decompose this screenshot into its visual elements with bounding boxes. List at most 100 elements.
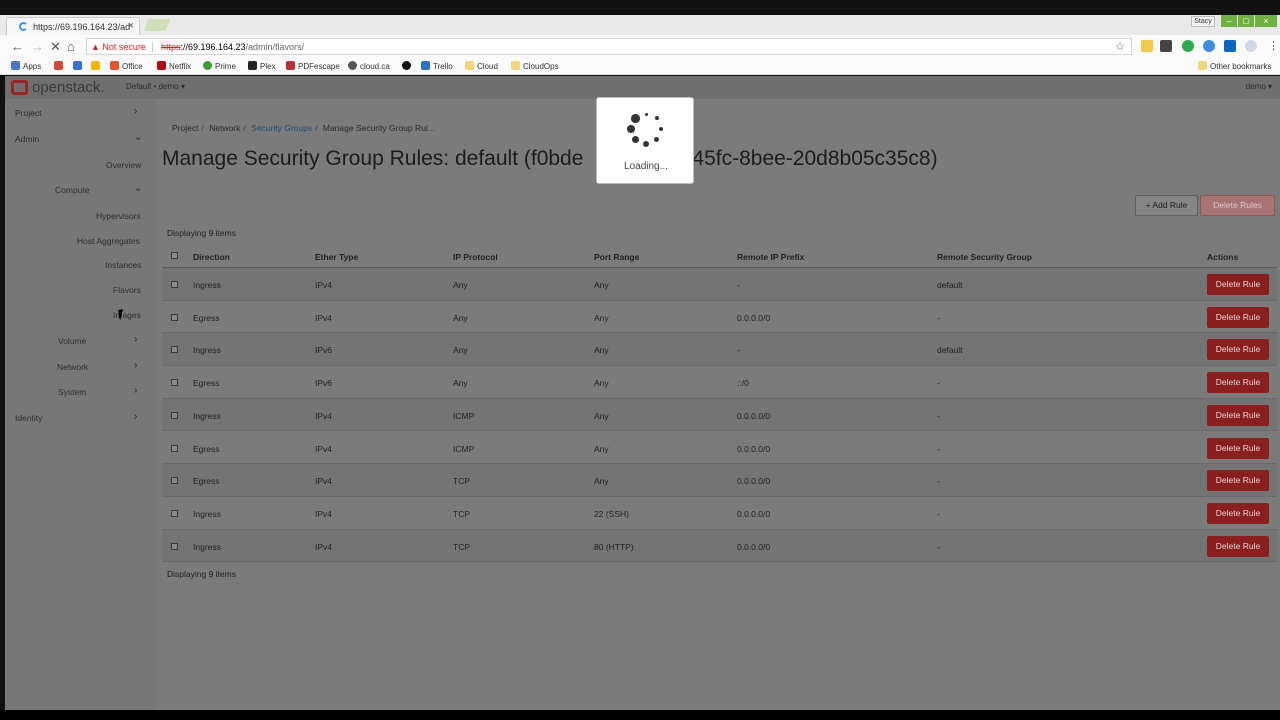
bookmark-star-icon[interactable]: ☆ xyxy=(1115,40,1125,53)
delete-rule-button[interactable]: Delete Rule xyxy=(1207,404,1269,426)
delete-rule-button[interactable]: Delete Rule xyxy=(1207,535,1269,557)
bookmark-pdfescape[interactable]: PDFescape xyxy=(286,61,340,71)
bookmark-cloudca[interactable]: cloud.ca xyxy=(348,61,390,71)
delete-rule-button[interactable]: Delete Rule xyxy=(1207,274,1269,295)
maximize-icon[interactable]: □ xyxy=(1238,15,1254,27)
row-checkbox[interactable] xyxy=(171,411,178,419)
breadcrumb-network[interactable]: Network xyxy=(209,123,240,133)
sidebar-item-volume[interactable]: Volume xyxy=(58,336,86,346)
column-direction[interactable]: Direction xyxy=(193,252,230,262)
home-icon[interactable]: ⌂ xyxy=(67,39,75,54)
profile-button[interactable]: Stacy xyxy=(1191,16,1215,27)
column-ip-protocol[interactable]: IP Protocol xyxy=(453,252,498,262)
sidebar-item-instances[interactable]: Instances xyxy=(105,260,141,270)
row-checkbox[interactable] xyxy=(171,444,178,452)
stop-icon[interactable]: ✕ xyxy=(50,39,61,55)
row-checkbox[interactable] xyxy=(171,509,178,517)
mouse-cursor-icon xyxy=(118,308,130,321)
row-checkbox[interactable] xyxy=(171,477,178,485)
other-bookmarks[interactable]: Other bookmarks xyxy=(1198,61,1271,71)
column-actions: Actions xyxy=(1207,252,1239,262)
bookmark-plex[interactable]: Plex xyxy=(248,61,276,71)
add-rule-button[interactable]: + Add Rule xyxy=(1135,195,1198,216)
remote-ip-prefix-cell: 0.0.0.0/0 xyxy=(737,541,771,552)
sidebar-item-compute[interactable]: Compute xyxy=(55,185,90,195)
ip-protocol-cell: ICMP xyxy=(453,443,475,454)
ether-type-cell: IPv6 xyxy=(315,345,333,356)
delete-rule-button[interactable]: Delete Rule xyxy=(1207,437,1269,459)
gmail-icon[interactable] xyxy=(54,61,66,71)
bookmark-trello[interactable]: Trello xyxy=(421,61,453,71)
bookmark-cloud[interactable]: Cloud xyxy=(465,61,498,71)
breadcrumb-project[interactable]: Project xyxy=(172,123,198,133)
user-menu[interactable]: demo ▾ xyxy=(1246,82,1272,91)
row-checkbox[interactable] xyxy=(171,346,178,354)
row-checkbox[interactable] xyxy=(171,281,178,288)
sidebar-item-admin[interactable]: Admin xyxy=(15,134,39,144)
column-remote-ip-prefix[interactable]: Remote IP Prefix xyxy=(737,252,804,262)
loading-modal: Loading... xyxy=(596,97,694,184)
delete-rule-button[interactable]: Delete Rule xyxy=(1207,372,1269,394)
row-checkbox[interactable] xyxy=(171,313,178,321)
chevron-right-icon: › xyxy=(134,334,138,345)
table-row: Ingress IPv4 TCP 80 (HTTP) 0.0.0.0/0 - Delete … xyxy=(162,529,1277,563)
direction-cell: Ingress xyxy=(193,508,221,519)
bookmark-netflix[interactable]: Netflix xyxy=(157,61,191,71)
grammarly-icon[interactable] xyxy=(1182,40,1194,52)
breadcrumb-security-groups[interactable]: Security Groups xyxy=(251,123,312,133)
browser-tab[interactable]: https://69.196.164.23/ad × xyxy=(6,17,140,35)
direction-cell: Ingress xyxy=(193,541,221,552)
close-window-icon[interactable]: × xyxy=(1255,15,1277,27)
remote-security-group-cell: - xyxy=(937,378,940,389)
sidebar-item-hypervisors[interactable]: Hypervisors xyxy=(96,211,141,221)
sidebar-item-host-aggregates[interactable]: Host Aggregates xyxy=(77,236,140,246)
delete-rule-button[interactable]: Delete Rule xyxy=(1207,470,1269,492)
breadcrumb: Project / Network / Security Groups / Manag… xyxy=(172,123,435,133)
linkedin-icon[interactable] xyxy=(1224,40,1236,52)
row-checkbox[interactable] xyxy=(171,542,178,550)
new-tab-button[interactable] xyxy=(143,19,171,31)
bookmark-prime[interactable]: Prime xyxy=(203,61,236,71)
direction-cell: Egress xyxy=(193,443,220,454)
extension-icon[interactable] xyxy=(1141,40,1153,52)
url-scheme: https xyxy=(160,42,181,52)
delete-rules-button[interactable]: Delete Rules xyxy=(1200,195,1275,216)
menu-icon[interactable]: ⋮ xyxy=(1268,39,1279,52)
extension-icon[interactable] xyxy=(1203,40,1215,52)
bookmark-office[interactable]: Office xyxy=(110,61,143,71)
sidebar-item-network[interactable]: Network xyxy=(57,362,88,372)
bookmark-apps[interactable]: Apps xyxy=(11,61,41,71)
close-tab-icon[interactable]: × xyxy=(128,20,134,32)
delete-rule-button[interactable]: Delete Rule xyxy=(1207,502,1269,524)
chevron-right-icon: › xyxy=(134,385,138,396)
back-arrow-icon[interactable]: ← xyxy=(11,39,24,54)
delete-rule-button[interactable]: Delete Rule xyxy=(1207,306,1269,328)
column-port-range[interactable]: Port Range xyxy=(594,252,639,262)
column-ether-type[interactable]: Ether Type xyxy=(315,252,358,262)
ip-protocol-cell: Any xyxy=(453,312,468,323)
sidebar-item-system[interactable]: System xyxy=(58,387,86,397)
github-icon[interactable] xyxy=(402,61,414,71)
delete-rule-button[interactable]: Delete Rule xyxy=(1207,339,1269,361)
openstack-logo[interactable]: openstack. xyxy=(11,79,105,96)
select-all-checkbox[interactable] xyxy=(171,252,178,259)
extension-icon[interactable] xyxy=(1245,40,1257,52)
sidebar-item-project[interactable]: Project xyxy=(15,108,41,118)
tab-title: https://69.196.164.23/ad xyxy=(33,22,131,32)
sidebar-item-flavors[interactable]: Flavors xyxy=(113,285,141,295)
forward-arrow-icon[interactable]: → xyxy=(31,39,44,54)
drive-icon[interactable] xyxy=(91,61,103,71)
address-bar[interactable]: ▲ Not secure https://69.196.164.23/admin/… xyxy=(86,38,1132,55)
column-remote-security-group[interactable]: Remote Security Group xyxy=(937,252,1032,262)
chevron-right-icon: › xyxy=(134,411,138,422)
project-selector[interactable]: Default • demo ▾ xyxy=(126,82,185,91)
buffer-icon[interactable] xyxy=(1160,40,1172,52)
sidebar-item-identity[interactable]: Identity xyxy=(15,413,42,423)
bookmark-cloudops[interactable]: CloudOps xyxy=(511,61,559,71)
minimize-icon[interactable]: – xyxy=(1221,15,1237,27)
remote-security-group-cell: - xyxy=(937,410,940,421)
sidebar-item-overview[interactable]: Overview xyxy=(106,160,141,170)
calendar-icon[interactable] xyxy=(73,61,85,71)
item-count-bottom: Displaying 9 items xyxy=(167,569,236,579)
row-checkbox[interactable] xyxy=(171,379,178,387)
